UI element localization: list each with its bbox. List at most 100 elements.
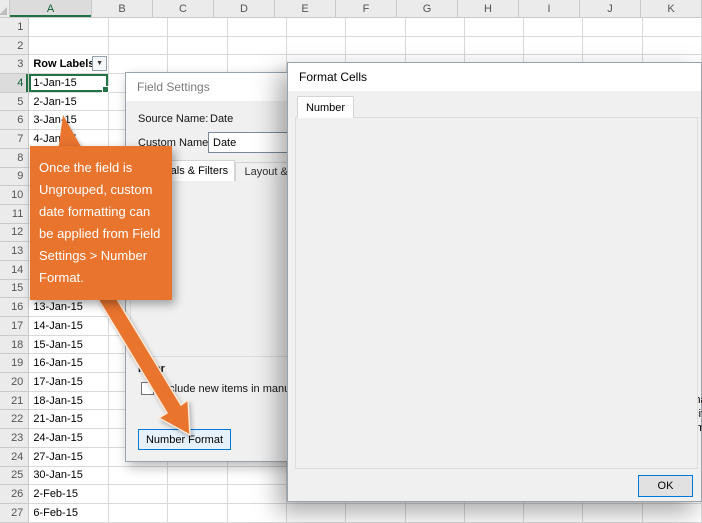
grid-cell[interactable]	[168, 18, 227, 37]
row-number-header[interactable]: 1	[0, 18, 29, 37]
grid-cell[interactable]	[465, 504, 524, 523]
grid-cell[interactable]	[109, 18, 168, 37]
grid-cell[interactable]	[406, 37, 465, 56]
grid-cell[interactable]	[346, 504, 405, 523]
select-all-button[interactable]	[0, 0, 10, 18]
row-number-header[interactable]: 11	[0, 205, 29, 224]
cell-column-a[interactable]: 30-Jan-15 ▼	[29, 467, 109, 486]
cell-column-a[interactable]: 24-Jan-15 ▼	[29, 429, 109, 448]
column-header[interactable]: J	[580, 0, 641, 18]
cell-column-a[interactable]: 17-Jan-15 ▼	[29, 373, 109, 392]
row-number-header[interactable]: 20	[0, 373, 29, 392]
row-number-header[interactable]: 17	[0, 317, 29, 336]
row-number-header[interactable]: 27	[0, 504, 29, 523]
grid-cell[interactable]	[524, 504, 583, 523]
grid-cell[interactable]	[583, 37, 642, 56]
row-number-header[interactable]: 2	[0, 37, 29, 56]
cell-column-a[interactable]: 3-Jan-15 ▼	[29, 111, 109, 130]
cell-column-a[interactable]: 13-Jan-15 ▼	[29, 298, 109, 317]
grid-cell[interactable]	[524, 37, 583, 56]
column-header[interactable]: A	[10, 0, 92, 18]
cell-column-a[interactable]: 2-Feb-15 ▼	[29, 485, 109, 504]
row-number-header[interactable]: 25	[0, 467, 29, 486]
number-format-button[interactable]: Number Format	[138, 429, 231, 450]
grid-cell[interactable]	[583, 18, 642, 37]
row-number-header[interactable]: 12	[0, 224, 29, 243]
row-number-header[interactable]: 5	[0, 93, 29, 112]
column-header[interactable]: H	[458, 0, 519, 18]
column-header[interactable]: B	[92, 0, 153, 18]
cell-column-a[interactable]: 16-Jan-15 ▼	[29, 354, 109, 373]
row-number-header[interactable]: 9	[0, 168, 29, 187]
cell-column-a[interactable]: 6-Feb-15 ▼	[29, 504, 109, 523]
ok-button[interactable]: OK	[638, 475, 693, 497]
grid-cell[interactable]	[287, 504, 346, 523]
grid-cell[interactable]	[228, 467, 287, 486]
row-number-header[interactable]: 8	[0, 149, 29, 168]
cell-column-a[interactable]: 2-Jan-15 ▼	[29, 93, 109, 112]
grid-cell[interactable]	[346, 37, 405, 56]
grid-cell[interactable]	[406, 18, 465, 37]
row-number-header[interactable]: 4	[0, 74, 29, 93]
column-header-row: A B C D E F G H I J K	[0, 0, 702, 18]
row-number-header[interactable]: 22	[0, 410, 29, 429]
grid-cell[interactable]	[168, 485, 227, 504]
cell-column-a[interactable]: ▼	[29, 37, 109, 56]
grid-cell[interactable]	[287, 18, 346, 37]
cell-column-a[interactable]: 21-Jan-15 ▼	[29, 410, 109, 429]
grid-cell[interactable]	[228, 504, 287, 523]
row-number-header[interactable]: 26	[0, 485, 29, 504]
grid-cell[interactable]	[465, 18, 524, 37]
column-header[interactable]: C	[153, 0, 214, 18]
row-number-header[interactable]: 16	[0, 298, 29, 317]
grid-cell[interactable]	[168, 37, 227, 56]
cell-column-a[interactable]: Row Labels ▼	[29, 55, 109, 74]
column-header[interactable]: F	[336, 0, 397, 18]
grid-cell[interactable]	[287, 37, 346, 56]
grid-cell[interactable]	[168, 504, 227, 523]
grid-cell[interactable]	[228, 18, 287, 37]
cell-value: 17-Jan-15	[33, 376, 83, 388]
grid-cell[interactable]	[109, 37, 168, 56]
cell-column-a[interactable]: 27-Jan-15 ▼	[29, 448, 109, 467]
cell-column-a[interactable]: 1-Jan-15 ▼	[29, 74, 109, 93]
include-new-items-checkbox[interactable]	[141, 382, 154, 395]
grid-cell[interactable]	[346, 18, 405, 37]
grid-cell[interactable]	[465, 37, 524, 56]
cell-column-a[interactable]: 18-Jan-15 ▼	[29, 392, 109, 411]
grid-cell[interactable]	[583, 504, 642, 523]
row-number-header[interactable]: 13	[0, 242, 29, 261]
tab-number[interactable]: Number	[297, 96, 354, 118]
cell-column-a[interactable]: ▼	[29, 18, 109, 37]
row-number-header[interactable]: 3	[0, 55, 29, 74]
row-number-header[interactable]: 14	[0, 261, 29, 280]
grid-cell[interactable]	[643, 504, 702, 523]
row-number-header[interactable]: 19	[0, 354, 29, 373]
grid-cell[interactable]	[643, 18, 702, 37]
column-header[interactable]: E	[275, 0, 336, 18]
row-number-header[interactable]: 21	[0, 392, 29, 411]
cell-column-a[interactable]: 15-Jan-15 ▼	[29, 336, 109, 355]
grid-cell[interactable]	[109, 485, 168, 504]
row-number-header[interactable]: 24	[0, 448, 29, 467]
filter-dropdown-icon[interactable]: ▼	[92, 56, 107, 71]
column-header[interactable]: I	[519, 0, 580, 18]
row-number-header[interactable]: 10	[0, 186, 29, 205]
grid-cell[interactable]	[109, 504, 168, 523]
row-number-header[interactable]: 7	[0, 130, 29, 149]
grid-cell[interactable]	[524, 18, 583, 37]
grid-cell[interactable]	[228, 485, 287, 504]
row-number-header[interactable]: 23	[0, 429, 29, 448]
grid-cell[interactable]	[643, 37, 702, 56]
grid-cell[interactable]	[109, 467, 168, 486]
grid-cell[interactable]	[168, 467, 227, 486]
column-header[interactable]: K	[641, 0, 702, 18]
grid-cell[interactable]	[228, 37, 287, 56]
grid-cell[interactable]	[406, 504, 465, 523]
row-number-header[interactable]: 18	[0, 336, 29, 355]
row-number-header[interactable]: 15	[0, 280, 29, 299]
cell-column-a[interactable]: 14-Jan-15 ▼	[29, 317, 109, 336]
row-number-header[interactable]: 6	[0, 111, 29, 130]
column-header[interactable]: D	[214, 0, 275, 18]
column-header[interactable]: G	[397, 0, 458, 18]
